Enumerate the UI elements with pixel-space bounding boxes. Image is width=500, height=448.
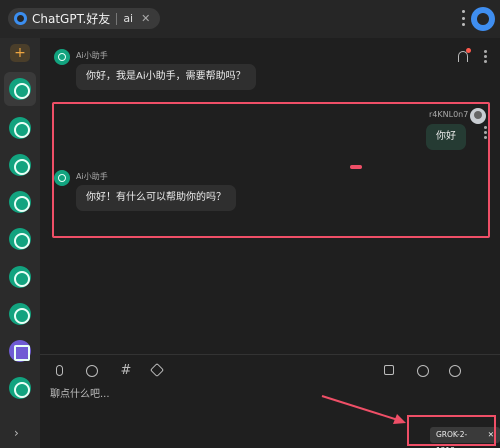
tab-divider [116, 12, 118, 25]
tab-subtitle: ai [123, 12, 134, 25]
chatgpt-icon [9, 117, 31, 139]
sidebar-item[interactable] [6, 374, 34, 402]
sidebar-item[interactable] [6, 300, 34, 328]
brand-logo-icon [471, 7, 495, 31]
hashtag-icon[interactable]: # [120, 364, 132, 377]
sender-name: Ai小助手 [76, 51, 108, 60]
annotation-mark [350, 165, 362, 169]
chatgpt-icon [9, 78, 31, 100]
chatgpt-icon [9, 228, 31, 250]
microphone-icon[interactable] [56, 365, 63, 376]
tools-icon[interactable] [417, 365, 429, 377]
sidebar: + › [0, 38, 40, 448]
sidebar-item[interactable] [6, 225, 34, 253]
message-input[interactable] [50, 385, 430, 403]
eraser-icon[interactable] [149, 362, 165, 378]
notification-dot [466, 48, 471, 53]
sidebar-item-chatgpt-active[interactable] [4, 72, 36, 106]
app-logo-icon [14, 12, 27, 25]
chat-tab[interactable]: ChatGPT.好友 ai ✕ [8, 8, 161, 29]
chatgpt-icon [9, 303, 31, 325]
annotation-model-box [407, 415, 496, 446]
sidebar-item[interactable] [6, 151, 34, 179]
add-chat-button[interactable]: + [10, 44, 30, 62]
chatgpt-icon [9, 154, 31, 176]
more-options-icon[interactable] [462, 10, 466, 26]
sidebar-item[interactable] [6, 114, 34, 142]
chatgpt-icon [9, 377, 31, 399]
message-menu-icon[interactable] [484, 50, 487, 63]
title-bar: ChatGPT.好友 ai ✕ [0, 0, 500, 38]
sidebar-item[interactable] [6, 263, 34, 291]
chatgpt-icon [9, 191, 31, 213]
expand-sidebar-button[interactable]: › [14, 426, 19, 440]
assistant-avatar [54, 49, 70, 65]
sidebar-item[interactable] [6, 188, 34, 216]
tab-title: ChatGPT.好友 [32, 12, 111, 26]
mute-icon[interactable] [86, 365, 98, 377]
settings-gear-icon[interactable] [449, 365, 461, 377]
cube-icon[interactable] [384, 365, 394, 375]
annotation-highlight-box [52, 102, 490, 238]
message-bubble: 你好，我是Ai小助手，需要帮助吗？ [76, 64, 256, 90]
image-app-icon [9, 340, 31, 362]
chatgpt-icon [9, 266, 31, 288]
tab-close-button[interactable]: ✕ [141, 12, 150, 25]
sidebar-item-image[interactable] [6, 337, 34, 365]
